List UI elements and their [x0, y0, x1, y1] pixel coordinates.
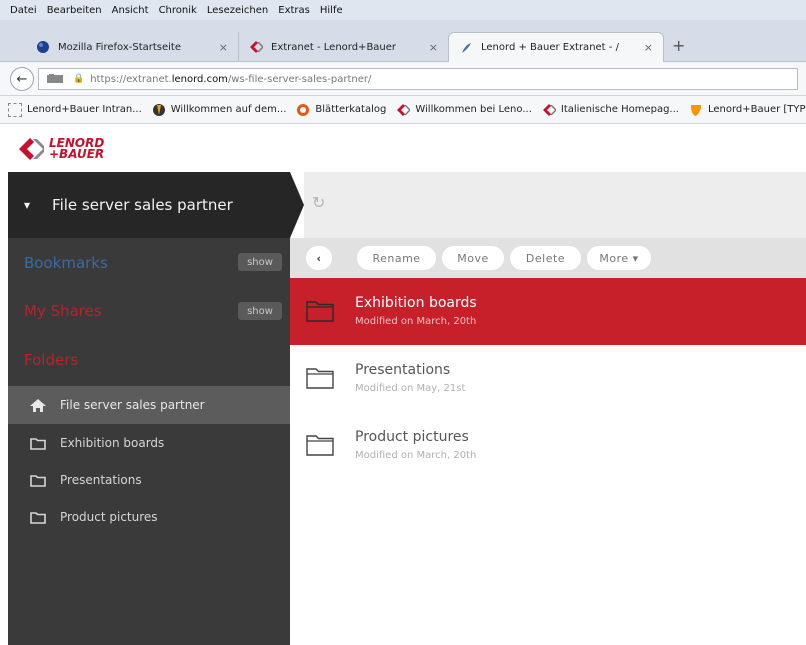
- folder-icon: [30, 474, 46, 487]
- tab-label: Extranet - Lenord+Bauer: [271, 41, 397, 53]
- firefox-globe-icon: [37, 41, 49, 53]
- file-name: Product pictures: [355, 429, 469, 445]
- sidebar-item-label: Presentations: [60, 473, 142, 487]
- identity-icon: [47, 74, 63, 83]
- site-header: LENORD +BAUER: [0, 124, 806, 172]
- menu-ansicht[interactable]: Ansicht: [112, 5, 149, 16]
- close-icon[interactable]: ×: [644, 41, 653, 54]
- url-host: lenord.com: [171, 73, 228, 85]
- back-nav-button[interactable]: ‹: [306, 246, 332, 270]
- lock-icon: 🔒: [73, 74, 85, 84]
- typo3-icon: [690, 104, 701, 116]
- close-icon[interactable]: ×: [429, 41, 438, 54]
- bookmark-label: Lenord+Bauer Intran...: [27, 104, 142, 115]
- arrow-left-icon: ←: [16, 71, 28, 87]
- shares-show-button[interactable]: show: [238, 302, 282, 320]
- location-title: File server sales partner: [52, 196, 233, 214]
- sidebar-heading-bookmarks[interactable]: Bookmarks: [24, 254, 108, 272]
- folder-icon: [30, 437, 46, 450]
- url-field[interactable]: 🔒 https://extranet. lenord.com/ws-file-se…: [38, 68, 798, 90]
- bookmark-label: Willkommen auf dem...: [170, 104, 287, 115]
- bookmark-label: Lenord+Bauer [TYPO...: [707, 104, 806, 115]
- sidebar-item-product-pictures[interactable]: Product pictures: [8, 498, 290, 536]
- url-prefix: https://extranet.: [90, 73, 172, 85]
- sidebar-item-file-server[interactable]: File server sales partner: [8, 386, 290, 424]
- tab-label: Lenord + Bauer Extranet - /: [481, 42, 619, 53]
- folder-icon: [306, 435, 334, 456]
- bookmark-label: Blätterkatalog: [315, 104, 387, 115]
- breadcrumb-arrow: [290, 172, 304, 238]
- bookmarks-show-button[interactable]: show: [238, 253, 282, 271]
- lenord-logo-icon: [397, 103, 411, 116]
- file-row-presentations[interactable]: Presentations Modified on May, 21st: [290, 345, 806, 412]
- catalog-icon: [297, 103, 310, 116]
- sidebar-item-exhibition-boards[interactable]: Exhibition boards: [8, 424, 290, 462]
- file-modified: Modified on March, 20th: [355, 316, 477, 327]
- bookmarks-toolbar: Lenord+Bauer Intran... Willkommen auf de…: [0, 96, 806, 124]
- menu-bar: Datei Bearbeiten Ansicht Chronik Lesezei…: [0, 0, 806, 20]
- site-feather-icon: [462, 42, 471, 53]
- folder-icon: [306, 368, 334, 389]
- top-bar-right: [304, 172, 806, 238]
- tab-extranet[interactable]: Extranet - Lenord+Bauer ×: [238, 32, 448, 62]
- page-icon: [8, 102, 22, 117]
- bookmark-item[interactable]: Lenord+Bauer [TYPO...: [689, 103, 806, 117]
- sidebar-item-label: Product pictures: [60, 510, 158, 524]
- menu-chronik[interactable]: Chronik: [159, 5, 197, 16]
- file-row-product-pictures[interactable]: Product pictures Modified on March, 20th: [290, 412, 806, 479]
- url-path: /ws-file-server-sales-partner/: [227, 73, 372, 85]
- tab-lenord-extranet-active[interactable]: Lenord + Bauer Extranet - / ×: [448, 32, 664, 62]
- logo-line-2: +BAUER: [49, 147, 105, 161]
- home-icon: [30, 398, 46, 412]
- bookmark-item[interactable]: Willkommen auf dem...: [152, 103, 287, 117]
- menu-lesezeichen[interactable]: Lesezeichen: [207, 5, 268, 16]
- caret-down-icon: ▾: [24, 198, 31, 212]
- file-modified: Modified on March, 20th: [355, 450, 477, 461]
- folder-icon: [306, 301, 334, 322]
- close-icon[interactable]: ×: [219, 41, 228, 54]
- lenord-logo-icon: [250, 41, 263, 53]
- tab-strip: Mozilla Firefox-Startseite × Extranet - …: [0, 20, 806, 62]
- sidebar: Bookmarks show My Shares show Folders Fi…: [8, 238, 290, 645]
- navigation-toolbar: ← 🔒 https://extranet. lenord.com/ws-file-…: [0, 62, 806, 96]
- menu-datei[interactable]: Datei: [10, 5, 37, 16]
- file-name: Exhibition boards: [355, 295, 477, 311]
- file-row-exhibition-boards[interactable]: Exhibition boards Modified on March, 20t…: [290, 278, 806, 345]
- logo-mark-icon: [19, 138, 44, 160]
- delete-button[interactable]: Delete: [510, 246, 581, 270]
- rename-button[interactable]: Rename: [357, 246, 436, 270]
- bookmark-item[interactable]: Italienische Homepag...: [542, 103, 679, 117]
- globe-icon: [152, 103, 165, 116]
- refresh-icon[interactable]: ↻: [312, 193, 325, 212]
- move-button[interactable]: Move: [442, 246, 504, 270]
- location-dropdown[interactable]: ▾ File server sales partner: [8, 172, 290, 238]
- file-modified: Modified on May, 21st: [355, 383, 466, 394]
- bookmark-label: Italienische Homepag...: [560, 104, 679, 115]
- tab-firefox-start[interactable]: Mozilla Firefox-Startseite ×: [26, 32, 238, 62]
- bookmark-item[interactable]: Lenord+Bauer Intran...: [8, 102, 142, 117]
- menu-bearbeiten[interactable]: Bearbeiten: [47, 5, 102, 16]
- lenord-logo-icon: [542, 103, 556, 116]
- sidebar-item-label: File server sales partner: [60, 398, 205, 412]
- sidebar-heading-folders: Folders: [24, 351, 79, 369]
- file-name: Presentations: [355, 362, 451, 378]
- sidebar-heading-my-shares[interactable]: My Shares: [24, 302, 102, 320]
- menu-extras[interactable]: Extras: [278, 5, 310, 16]
- back-button[interactable]: ←: [10, 67, 34, 91]
- menu-hilfe[interactable]: Hilfe: [320, 5, 343, 16]
- sidebar-item-presentations[interactable]: Presentations: [8, 461, 290, 499]
- bookmark-item[interactable]: Blätterkatalog: [296, 103, 386, 117]
- new-tab-button[interactable]: +: [672, 36, 685, 55]
- bookmark-item[interactable]: Willkommen bei Leno...: [396, 103, 532, 117]
- action-toolbar: ‹ Rename Move Delete More ▾: [290, 238, 806, 278]
- bookmark-label: Willkommen bei Leno...: [415, 104, 532, 115]
- lenord-bauer-logo[interactable]: LENORD +BAUER: [18, 136, 104, 162]
- sidebar-item-label: Exhibition boards: [60, 436, 165, 450]
- more-dropdown-button[interactable]: More ▾: [587, 246, 651, 270]
- tab-label: Mozilla Firefox-Startseite: [58, 41, 181, 53]
- folder-icon: [30, 511, 46, 524]
